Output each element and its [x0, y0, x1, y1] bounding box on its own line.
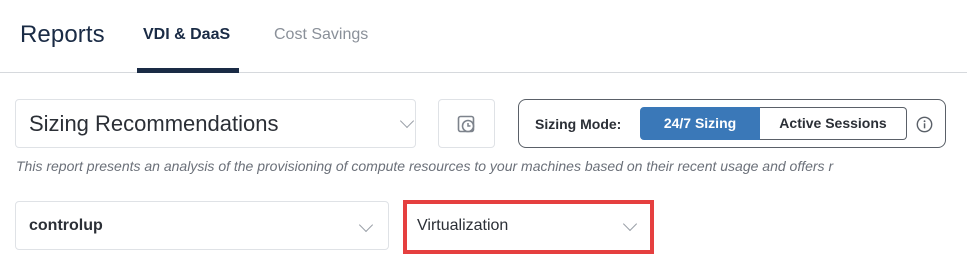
- organization-select[interactable]: controlup: [15, 201, 389, 250]
- organization-value: controlup: [29, 217, 103, 234]
- history-button[interactable]: [438, 99, 495, 148]
- header: Reports VDI & DaaS Cost Savings: [0, 0, 967, 73]
- history-icon: [457, 115, 475, 133]
- reports-page: Reports VDI & DaaS Cost Savings Sizing R…: [0, 0, 967, 276]
- sizing-mode-label: Sizing Mode:: [535, 116, 622, 132]
- virtualization-select[interactable]: Virtualization: [403, 200, 654, 254]
- sizing-24-7-button[interactable]: 24/7 Sizing: [640, 107, 760, 140]
- virtualization-value: Virtualization: [417, 217, 509, 234]
- info-icon[interactable]: [916, 116, 933, 133]
- sizing-mode-control: Sizing Mode: 24/7 Sizing Active Sessions: [518, 99, 946, 148]
- report-description: This report presents an analysis of the …: [16, 158, 834, 174]
- chevron-down-icon: [622, 216, 638, 232]
- page-title: Reports: [20, 21, 105, 48]
- chevron-down-icon: [399, 113, 415, 129]
- active-sessions-button[interactable]: Active Sessions: [760, 107, 907, 140]
- tab-vdi-daas[interactable]: VDI & DaaS: [143, 26, 230, 44]
- report-type-select[interactable]: Sizing Recommendations: [15, 99, 416, 148]
- tab-cost-savings[interactable]: Cost Savings: [274, 26, 368, 44]
- chevron-down-icon: [358, 217, 374, 233]
- report-type-value: Sizing Recommendations: [29, 111, 279, 136]
- active-tab-indicator: [137, 68, 239, 73]
